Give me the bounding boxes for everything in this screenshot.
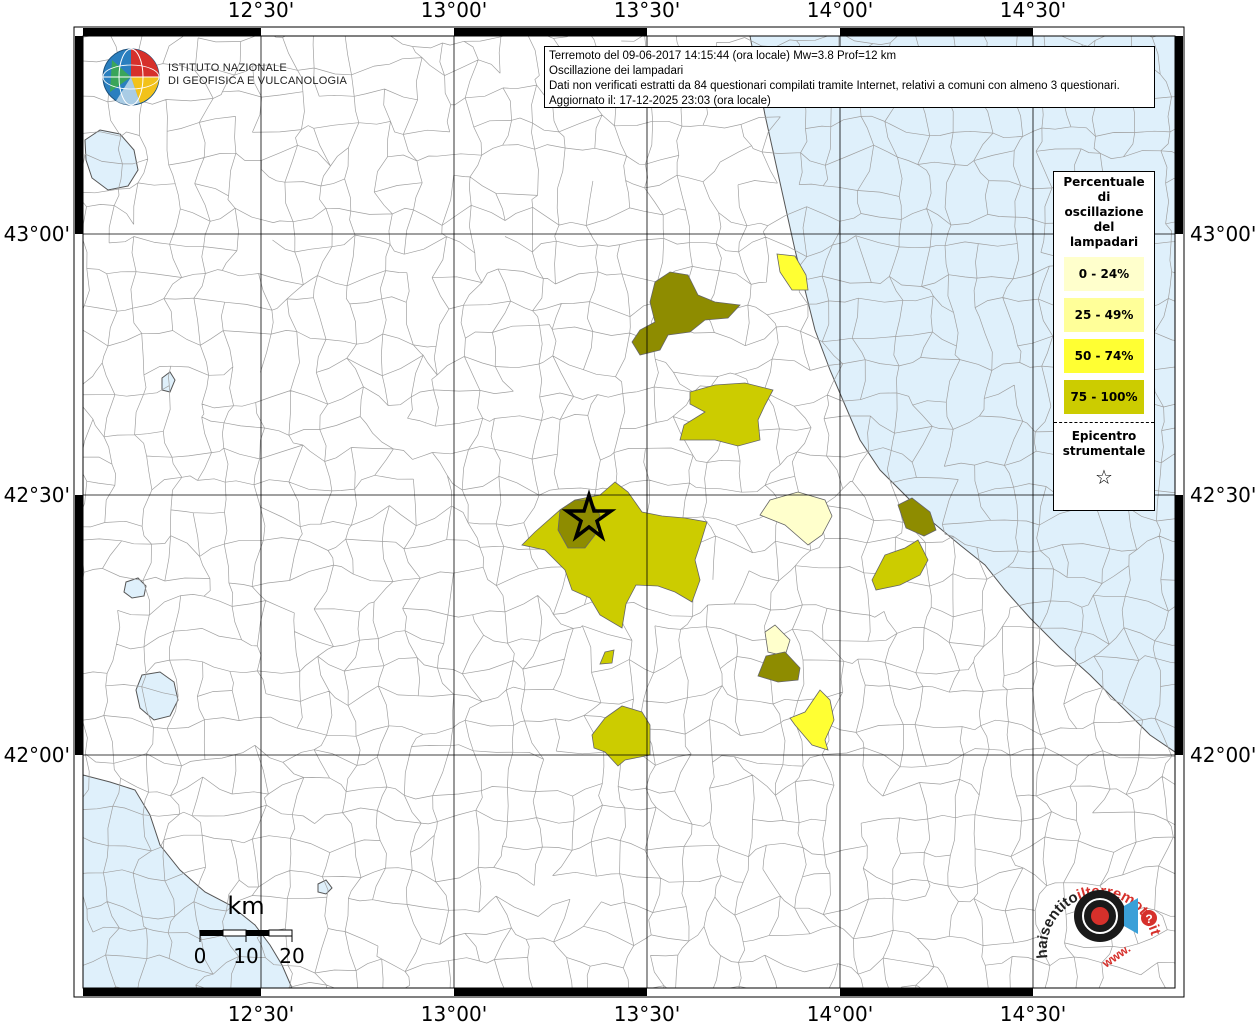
ingv-globe-icon: [102, 48, 160, 106]
haisentito-logo: haisentitoilterremoto.it www. ?: [1034, 883, 1164, 971]
legend-title-line: Percentuale: [1063, 175, 1145, 189]
tick-left-1: 42°30': [4, 483, 70, 507]
legend-item-25-49: 25 - 49%: [1064, 298, 1144, 332]
tick-right-2: 42°00': [1190, 743, 1256, 767]
event-info-line2: Oscillazione dei lampadari: [549, 65, 684, 77]
tick-top-1: 13°00': [421, 0, 487, 22]
brand-text1: haisentito: [1034, 888, 1081, 959]
ticks-left: 43°00' 42°30' 42°00': [4, 222, 70, 767]
legend-item-50-74: 50 - 74%: [1064, 339, 1144, 373]
tick-top-4: 14°30': [1000, 0, 1066, 22]
legend-title: Percentuale di oscillazione del lampadar…: [1054, 175, 1154, 250]
question-icon: ?: [1145, 912, 1152, 926]
ingv-logo-line2: DI GEOFISICA E VULCANOLOGIA: [168, 75, 347, 87]
ticks-top: 12°30' 13°00' 13°30' 14°00' 14°30': [228, 0, 1066, 22]
tick-bottom-1: 13°00': [421, 1002, 487, 1024]
event-info-line3: Dati non verificati estratti da 84 quest…: [549, 80, 1120, 92]
tick-bottom-0: 12°30': [228, 1002, 294, 1024]
legend-item-0-24: 0 - 24%: [1064, 257, 1144, 291]
legend-epicentre-line: strumentale: [1062, 444, 1146, 458]
tick-left-2: 42°00': [4, 743, 70, 767]
tick-right-1: 42°30': [1190, 483, 1256, 507]
tick-top-2: 13°30': [614, 0, 680, 22]
tick-left-0: 43°00': [4, 222, 70, 246]
legend-title-line: oscillazione: [1064, 205, 1144, 219]
ticks-right: 43°00' 42°30' 42°00': [1190, 222, 1256, 767]
tick-top-0: 12°30': [228, 0, 294, 22]
tick-bottom-4: 14°30': [1000, 1002, 1066, 1024]
tick-bottom-3: 14°00': [807, 1002, 873, 1024]
tick-right-0: 43°00': [1190, 222, 1256, 246]
ticks-bottom: 12°30' 13°00' 13°30' 14°00' 14°30': [228, 1002, 1066, 1024]
legend-title-line: del: [1093, 220, 1115, 234]
scale-label-0: 0: [194, 944, 207, 968]
legend-star-icon: ☆: [1095, 465, 1113, 489]
legend-item-75-100: 75 - 100%: [1064, 380, 1144, 414]
event-info-line1: Terremoto del 09-06-2017 14:15:44 (ora l…: [549, 50, 897, 62]
scale-label-10: 10: [233, 944, 258, 968]
scale-unit: km: [227, 892, 264, 920]
brand-text3: www.: [1099, 941, 1133, 971]
tick-top-3: 14°00': [807, 0, 873, 22]
ingv-logo-text: ISTITUTO NAZIONALE DI GEOFISICA E VULCAN…: [168, 62, 347, 88]
legend-epicentre-label: Epicentro strumentale: [1054, 429, 1154, 459]
legend-divider: [1054, 422, 1154, 423]
legend-title-line: lampadari: [1069, 235, 1139, 249]
legend-epicentre-line: Epicentro: [1071, 429, 1137, 443]
legend: Percentuale di oscillazione del lampadar…: [1053, 171, 1155, 511]
event-info-line4: Aggiornato il: 17-12-2025 23:03 (ora loc…: [549, 95, 771, 107]
event-info-box: Terremoto del 09-06-2017 14:15:44 (ora l…: [544, 46, 1155, 108]
ingv-logo-line1: ISTITUTO NAZIONALE: [168, 62, 287, 74]
legend-title-line: di: [1097, 190, 1111, 204]
tick-bottom-2: 13°30': [614, 1002, 680, 1024]
scale-label-20: 20: [279, 944, 304, 968]
